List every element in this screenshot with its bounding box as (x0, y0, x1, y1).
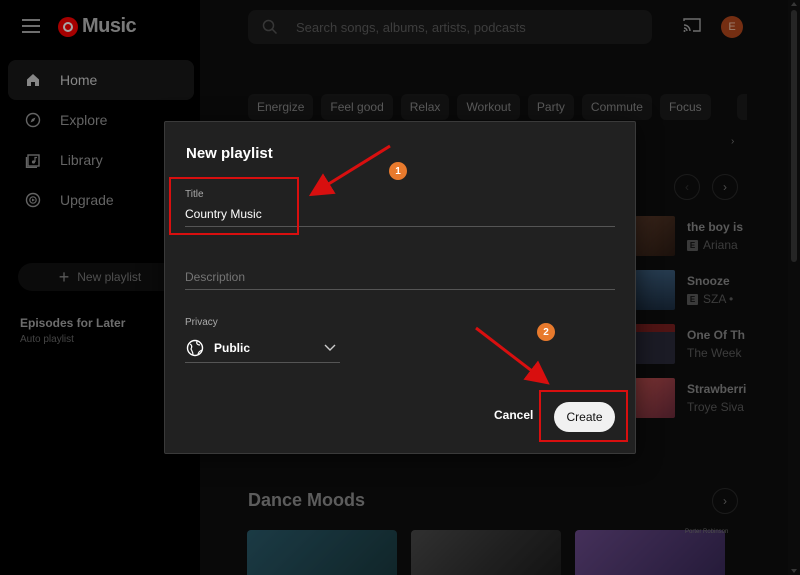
scrollbar[interactable] (788, 0, 800, 575)
chip-focus[interactable]: Focus (659, 94, 711, 120)
description-input[interactable] (185, 270, 605, 284)
upgrade-icon (24, 191, 42, 209)
mood-card-caption: Porter Robinson (685, 529, 729, 535)
chip-partial[interactable] (737, 94, 747, 120)
album-art (635, 270, 675, 310)
scroll-up-icon[interactable] (791, 2, 797, 6)
chip-workout[interactable]: Workout (457, 94, 520, 120)
list-item[interactable]: Snooze E SZA • (635, 270, 733, 310)
search-bar[interactable] (248, 10, 652, 44)
list-item[interactable]: One Of Th The Week (635, 324, 745, 364)
mood-chips: Energize Feel good Relax Workout Party C… (248, 94, 711, 120)
privacy-label: Privacy (185, 317, 218, 328)
privacy-value: Public (214, 341, 251, 355)
song-title[interactable]: Snooze (687, 274, 733, 288)
step-badge-2: 2 (537, 323, 555, 341)
carousel-prev-button[interactable]: ‹ (674, 174, 700, 200)
plus-icon: + (58, 266, 70, 287)
privacy-dropdown[interactable]: Public (186, 335, 340, 361)
list-item[interactable]: Strawberri Troye Siva (635, 378, 746, 418)
sidebar-item-label: Upgrade (60, 192, 114, 208)
song-artist[interactable]: SZA • (703, 292, 733, 306)
album-art (635, 324, 675, 364)
section-title-dance-moods[interactable]: Dance Moods (248, 490, 365, 511)
globe-icon (186, 339, 204, 357)
playlist-episodes-title[interactable]: Episodes for Later (20, 316, 125, 330)
song-artist[interactable]: Ariana (703, 238, 738, 252)
dialog-title: New playlist (186, 145, 273, 162)
album-art (635, 216, 675, 256)
search-input[interactable] (296, 19, 636, 35)
playlist-episodes-subtitle: Auto playlist (20, 334, 74, 345)
song-title[interactable]: Strawberri (687, 382, 746, 396)
list-item[interactable]: the boy is E Ariana (635, 216, 743, 256)
chevron-right-icon: › (723, 494, 727, 508)
mood-card[interactable] (247, 530, 397, 575)
library-icon (24, 151, 42, 169)
new-playlist-button[interactable]: + New playlist (18, 263, 182, 291)
youtube-music-logo-icon (58, 16, 78, 37)
sidebar-item-label: Library (60, 152, 103, 168)
carousel-next-button[interactable]: › (712, 174, 738, 200)
logo-text: Music (82, 15, 137, 37)
chip-commute[interactable]: Commute (581, 94, 652, 120)
new-playlist-label: New playlist (77, 270, 142, 284)
cast-icon[interactable] (683, 17, 701, 33)
chip-feel-good[interactable]: Feel good (321, 94, 393, 120)
chip-party[interactable]: Party (527, 94, 574, 120)
mood-card[interactable] (411, 530, 561, 575)
title-highlight-box (169, 177, 299, 235)
create-highlight-box (539, 390, 628, 442)
song-artist[interactable]: Troye Siva (687, 400, 746, 414)
sidebar-item-label: Explore (60, 112, 108, 128)
sidebar-item-home[interactable]: Home (8, 60, 194, 100)
home-icon (24, 71, 42, 89)
chevron-left-icon: ‹ (685, 180, 689, 194)
dance-moods-next-button[interactable]: › (712, 488, 738, 514)
song-artist-row: E SZA • (687, 292, 733, 306)
chip-energize[interactable]: Energize (248, 94, 314, 120)
mood-card[interactable] (575, 530, 725, 575)
chevron-right-icon: › (723, 180, 727, 194)
chevron-right-icon[interactable]: › (731, 136, 734, 147)
album-art (635, 378, 675, 418)
song-artist[interactable]: The Week (687, 346, 745, 360)
explicit-icon: E (687, 293, 698, 305)
scroll-down-icon[interactable] (791, 569, 797, 573)
privacy-underline (185, 362, 340, 363)
song-title[interactable]: One Of Th (687, 328, 745, 342)
search-icon (262, 19, 278, 35)
scrollbar-thumb[interactable] (791, 10, 797, 262)
chip-relax[interactable]: Relax (400, 94, 450, 120)
sidebar-item-label: Home (60, 72, 98, 88)
app-logo[interactable]: Music (58, 15, 137, 38)
song-title[interactable]: the boy is (687, 220, 743, 234)
chevron-down-icon (324, 344, 336, 351)
cancel-button[interactable]: Cancel (494, 408, 533, 422)
step-badge-1: 1 (389, 162, 407, 180)
description-underline (185, 289, 615, 290)
compass-icon (24, 111, 42, 129)
explicit-icon: E (687, 239, 698, 251)
song-artist-row: E Ariana (687, 238, 743, 252)
menu-icon[interactable] (22, 19, 40, 33)
avatar[interactable]: E (721, 16, 743, 38)
